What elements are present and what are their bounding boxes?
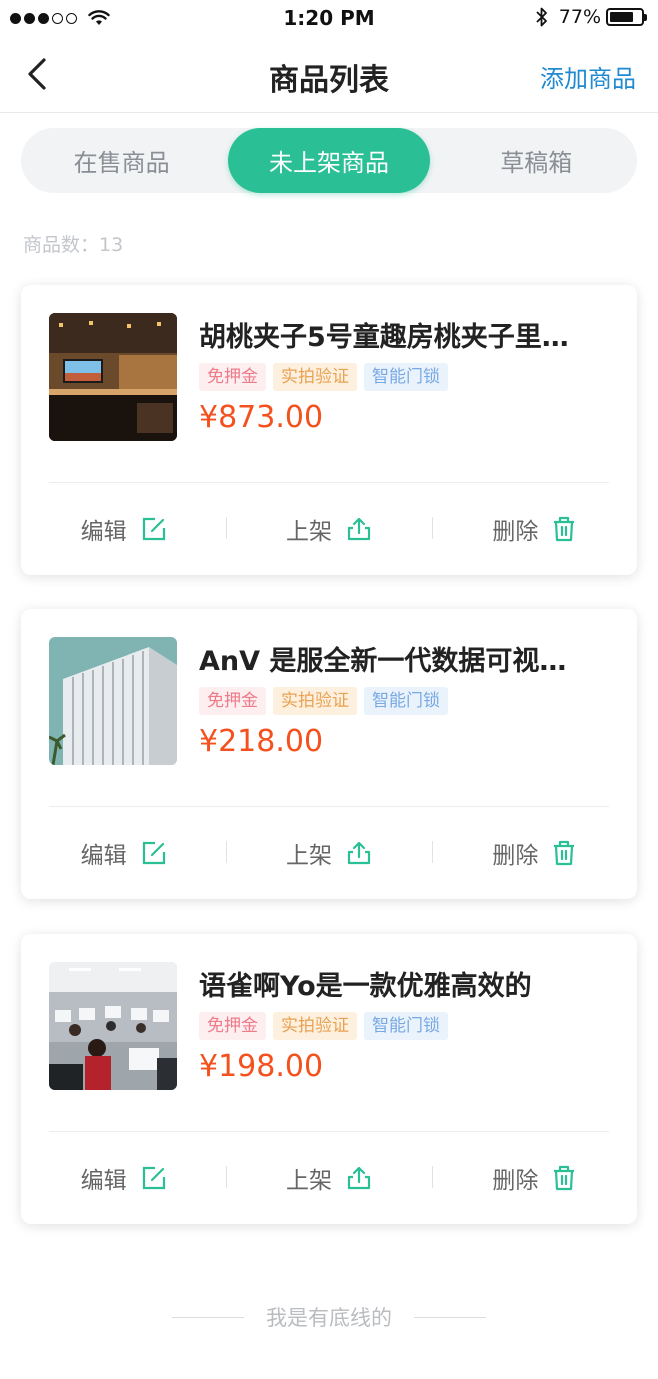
- edit-icon: [142, 1166, 165, 1190]
- tag-smart-lock: 智能门锁: [364, 1012, 448, 1040]
- edit-label: 编辑: [80, 843, 127, 869]
- tag-smart-lock: 智能门锁: [364, 687, 448, 715]
- tag-verified-photo: 实拍验证: [273, 687, 357, 715]
- delete-label: 删除: [492, 1168, 539, 1194]
- list-label: 上架: [285, 519, 332, 545]
- trash-icon: [554, 840, 575, 866]
- upload-icon: [347, 841, 371, 865]
- tab-on-sale[interactable]: 在售商品: [21, 128, 222, 193]
- nav-bar: 商品列表 添加商品: [0, 36, 658, 113]
- product-tags: 免押金 实拍验证 智能门锁: [199, 687, 455, 715]
- product-image[interactable]: [49, 313, 177, 441]
- trash-icon: [554, 1165, 575, 1191]
- edit-label: 编辑: [80, 519, 127, 545]
- tab-bar: 在售商品 未上架商品 草稿箱: [21, 128, 637, 193]
- list-button[interactable]: 上架: [226, 483, 431, 575]
- product-title[interactable]: AnV 是服全新一代数据可视…: [199, 639, 609, 678]
- delete-button[interactable]: 删除: [431, 807, 637, 899]
- product-count-label: 商品数：: [23, 234, 100, 256]
- edit-icon: [142, 517, 165, 541]
- product-image[interactable]: [49, 637, 177, 765]
- edit-button[interactable]: 编辑: [21, 807, 226, 899]
- product-tags: 免押金 实拍验证 智能门锁: [199, 1012, 455, 1040]
- card-actions: 编辑 上架 删除: [21, 807, 637, 899]
- product-card[interactable]: 语雀啊Yo是一款优雅高效的 免押金 实拍验证 智能门锁 ¥198.00 编辑 上…: [21, 934, 637, 1224]
- product-title[interactable]: 语雀啊Yo是一款优雅高效的: [199, 964, 609, 1003]
- tab-drafts[interactable]: 草稿箱: [436, 128, 637, 193]
- edit-label: 编辑: [80, 1168, 127, 1194]
- edit-button[interactable]: 编辑: [21, 483, 226, 575]
- status-bar: 1:20 PM 77%: [0, 0, 658, 36]
- card-actions: 编辑 上架 删除: [21, 483, 637, 575]
- footer-line-right: [414, 1316, 486, 1318]
- product-tags: 免押金 实拍验证 智能门锁: [199, 363, 455, 391]
- product-image[interactable]: [49, 962, 177, 1090]
- list-button[interactable]: 上架: [226, 807, 431, 899]
- battery-icon: [606, 8, 647, 26]
- product-price: ¥218.00: [199, 724, 324, 759]
- product-title[interactable]: 胡桃夹子5号童趣房桃夹子里…: [199, 315, 609, 354]
- delete-label: 删除: [492, 519, 539, 545]
- tag-no-deposit: 免押金: [199, 687, 266, 715]
- upload-icon: [347, 1166, 371, 1190]
- product-count: 商品数：13: [23, 230, 123, 257]
- tag-smart-lock: 智能门锁: [364, 363, 448, 391]
- add-product-button[interactable]: 添加商品: [540, 59, 636, 94]
- delete-button[interactable]: 删除: [431, 1132, 637, 1224]
- footer-text: 我是有底线的: [266, 1306, 392, 1330]
- delete-label: 删除: [492, 843, 539, 869]
- tab-unlisted[interactable]: 未上架商品: [228, 128, 430, 193]
- list-label: 上架: [285, 843, 332, 869]
- list-label: 上架: [285, 1168, 332, 1194]
- product-price: ¥873.00: [199, 400, 324, 435]
- edit-icon: [142, 841, 165, 865]
- product-price: ¥198.00: [199, 1049, 324, 1084]
- tag-verified-photo: 实拍验证: [273, 1012, 357, 1040]
- product-count-value: 13: [99, 234, 124, 256]
- upload-icon: [347, 517, 371, 541]
- list-button[interactable]: 上架: [226, 1132, 431, 1224]
- bluetooth-icon: [536, 7, 547, 27]
- edit-button[interactable]: 编辑: [21, 1132, 226, 1224]
- tag-verified-photo: 实拍验证: [273, 363, 357, 391]
- tag-no-deposit: 免押金: [199, 1012, 266, 1040]
- battery-percent: 77%: [558, 6, 601, 28]
- product-card[interactable]: AnV 是服全新一代数据可视… 免押金 实拍验证 智能门锁 ¥218.00 编辑…: [21, 609, 637, 899]
- tag-no-deposit: 免押金: [199, 363, 266, 391]
- back-button[interactable]: [24, 56, 54, 92]
- product-card[interactable]: 胡桃夹子5号童趣房桃夹子里… 免押金 实拍验证 智能门锁 ¥873.00 编辑 …: [21, 285, 637, 575]
- chevron-left-icon: [28, 58, 46, 90]
- footer-line-left: [172, 1316, 244, 1318]
- list-end-footer: 我是有底线的: [0, 1302, 658, 1332]
- card-actions: 编辑 上架 删除: [21, 1132, 637, 1224]
- delete-button[interactable]: 删除: [431, 483, 637, 575]
- trash-icon: [554, 516, 575, 542]
